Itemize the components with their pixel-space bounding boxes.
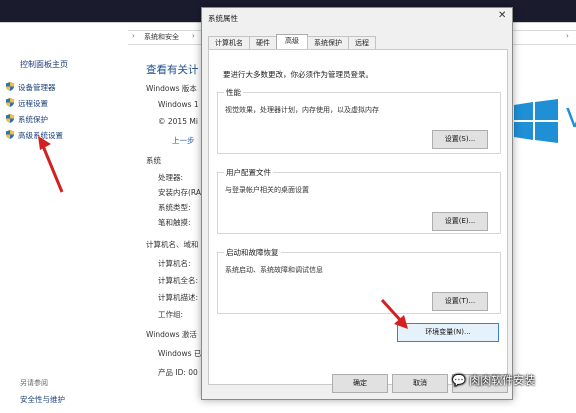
edition-name: Windows 1 [158,100,199,109]
page-title: 查看有关计 [146,64,199,76]
edition-label: Windows 版本 [146,84,197,93]
red-arrow-icon [380,298,408,329]
system-section-label: 系统 [146,156,161,165]
full-name-label: 计算机全名: [158,276,199,285]
tab-advanced[interactable]: 高级 [276,34,308,50]
tab-system-protection[interactable]: 系统保护 [307,36,349,49]
user-profiles-group: 用户配置文件 与登录帐户相关的桌面设置 设置(E)... [217,167,501,234]
user-profiles-desc: 与登录帐户相关的桌面设置 [225,186,309,194]
see-also-heading: 另请参阅 [20,379,48,387]
user-profiles-settings-button[interactable]: 设置(E)... [432,212,488,231]
sidebar-item-label: 设备管理器 [18,83,56,92]
startup-recovery-label: 启动和故障恢复 [224,247,281,258]
product-id: 产品 ID: 00 [158,368,198,377]
computer-section-label: 计算机名、域和 [146,240,199,249]
performance-desc: 视觉效果，处理器计划，内存使用，以及虚拟内存 [225,106,379,114]
dialog-title: 系统属性 [208,14,238,23]
breadcrumb[interactable]: 系统和安全 [144,32,179,42]
computer-name-label: 计算机名: [158,259,191,268]
admin-note: 要进行大多数更改，你必须作为管理员登录。 [223,70,373,79]
tab-hardware[interactable]: 硬件 [249,36,277,49]
activation-label: Windows 激活 [146,330,197,339]
sidebar-item-label: 系统保护 [18,115,48,124]
sidebar-item-label: 远程设置 [18,99,48,108]
environment-variables-button[interactable]: 环境变量(N)... [397,323,499,342]
processor-label: 处理器: [158,173,184,182]
tab-remote[interactable]: 远程 [348,36,376,49]
startup-recovery-group: 启动和故障恢复 系统启动、系统故障和调试信息 设置(T)... [217,247,501,314]
system-properties-dialog: 系统属性 ✕ 计算机名 硬件 高级 系统保护 远程 要进行大多数更改，你必须作为… [201,7,513,400]
shield-icon [6,98,14,107]
tab-computer-name[interactable]: 计算机名 [208,36,250,49]
sidebar-item-device-manager[interactable]: 设备管理器 [6,82,56,93]
shield-icon [6,130,14,139]
performance-label: 性能 [224,87,243,98]
cancel-button[interactable]: 取消 [392,374,448,393]
watermark: 💬 肉肉软件安装 [452,372,535,388]
activation-status: Windows 已 [158,349,202,358]
shield-icon [6,114,14,123]
startup-recovery-desc: 系统启动、系统故障和调试信息 [225,266,323,274]
startup-settings-button[interactable]: 设置(T)... [432,292,488,311]
performance-settings-button[interactable]: 设置(S)... [432,130,488,149]
user-profiles-label: 用户配置文件 [224,167,273,178]
copyright-text: © 2015 Mi [158,117,198,126]
system-type-label: 系统类型: [158,203,191,212]
workgroup-label: 工作组: [158,310,184,319]
chevron-right-icon: › [566,32,569,40]
sidebar-item-system-protection[interactable]: 系统保护 [6,114,48,125]
more-link[interactable]: 上一步 [172,135,195,146]
ram-label: 安装内存(RA [158,188,201,197]
watermark-text: 肉肉软件安装 [469,374,536,387]
chat-bubble-icon: 💬 [452,374,466,387]
description-label: 计算机描述: [158,293,199,302]
ok-button[interactable]: 确定 [332,374,388,393]
shield-icon [6,82,14,91]
security-maintenance-link[interactable]: 安全性与维护 [20,394,65,405]
red-arrow-icon [38,136,64,193]
chevron-right-icon: › [192,32,195,40]
sidebar-item-remote-settings[interactable]: 远程设置 [6,98,48,109]
pen-touch-label: 笔和触摸: [158,218,191,227]
windows-wordmark: V [566,104,576,134]
sidebar-title[interactable]: 控制面板主页 [20,59,68,70]
close-icon[interactable]: ✕ [498,10,506,21]
performance-group: 性能 视觉效果，处理器计划，内存使用，以及虚拟内存 设置(S)... [217,87,501,154]
advanced-tab-panel: 要进行大多数更改，你必须作为管理员登录。 性能 视觉效果，处理器计划，内存使用，… [208,49,508,385]
windows-logo-icon [514,99,558,143]
chevron-right-icon: › [132,32,135,40]
